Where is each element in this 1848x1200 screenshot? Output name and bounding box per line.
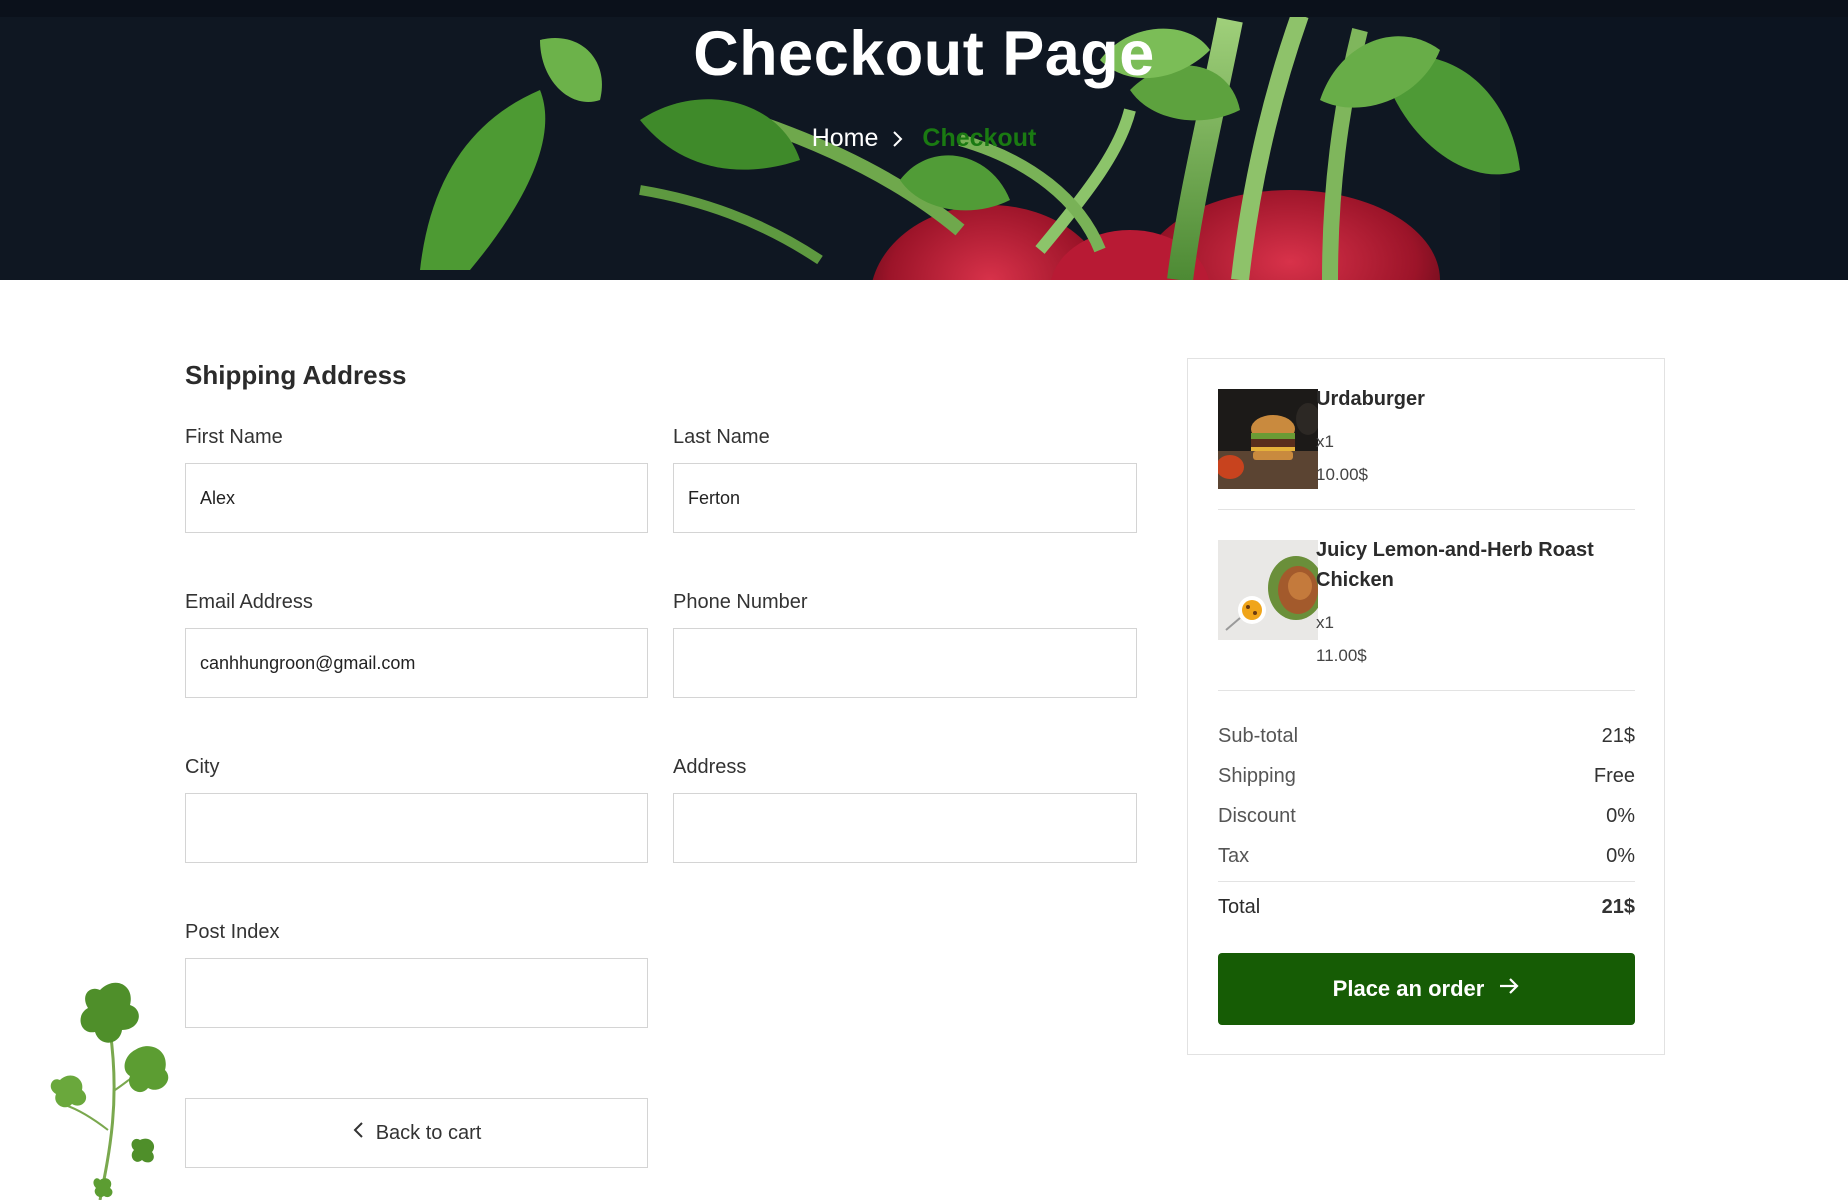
breadcrumb-current: Checkout [922, 124, 1037, 152]
total-value: 21$ [1601, 896, 1635, 918]
breadcrumb-home-link[interactable]: Home [812, 124, 879, 153]
city-label: City [185, 756, 220, 778]
chevron-left-icon [352, 1120, 364, 1146]
tax-value: 0% [1606, 845, 1635, 867]
cart-item-price: 11.00$ [1316, 646, 1367, 665]
item-divider [1218, 690, 1635, 691]
tax-label: Tax [1218, 845, 1250, 867]
item-divider [1218, 509, 1635, 510]
email-input[interactable] [185, 628, 648, 698]
shipping-row: Shipping Free [1218, 765, 1635, 788]
cart-item-qty: x1 [1316, 432, 1334, 451]
total-row: Total 21$ [1218, 896, 1635, 919]
email-label: Email Address [185, 591, 313, 613]
address-label: Address [673, 756, 747, 778]
post-index-label: Post Index [185, 921, 280, 943]
subtotal-row: Sub-total 21$ [1218, 725, 1635, 748]
totals-divider [1218, 881, 1635, 882]
back-to-cart-label: Back to cart [375, 1121, 482, 1144]
order-summary-card: Urdaburger x1 10.00$ Juicy Lemon-and-Her… [1187, 358, 1665, 1055]
shipping-label: Shipping [1218, 765, 1296, 787]
first-name-input[interactable] [185, 463, 648, 533]
discount-value: 0% [1606, 805, 1635, 827]
place-order-label: Place an order [1332, 976, 1485, 1001]
discount-row: Discount 0% [1218, 805, 1635, 828]
tax-row: Tax 0% [1218, 845, 1635, 868]
cart-item-name: Urdaburger [1316, 388, 1425, 410]
cart-item-qty: x1 [1316, 613, 1334, 632]
total-label: Total [1218, 896, 1261, 918]
address-input[interactable] [673, 793, 1137, 863]
subtotal-value: 21$ [1601, 725, 1635, 747]
city-input[interactable] [185, 793, 648, 863]
hero-top-band [0, 0, 1848, 17]
breadcrumb: Home Checkout [0, 124, 1848, 153]
arrow-right-icon [1498, 976, 1520, 1002]
post-index-input[interactable] [185, 958, 648, 1028]
shipping-value: Free [1593, 765, 1635, 787]
roast-chicken-image [1218, 540, 1318, 640]
section-title-shipping: Shipping Address [185, 360, 407, 390]
last-name-input[interactable] [673, 463, 1137, 533]
subtotal-label: Sub-total [1218, 725, 1299, 747]
place-order-button[interactable]: Place an order [1218, 953, 1635, 1025]
phone-input[interactable] [673, 628, 1137, 698]
chevron-right-icon [892, 128, 908, 150]
cart-item-name: Juicy Lemon-and-Herb Roast Chicken [1316, 539, 1594, 591]
first-name-label: First Name [185, 426, 283, 448]
hero-banner: Checkout Page Home Checkout [0, 0, 1848, 280]
last-name-label: Last Name [673, 426, 770, 448]
burger-image [1218, 389, 1318, 489]
parsley-decoration [50, 982, 169, 1200]
cart-item-price: 10.00$ [1316, 465, 1368, 484]
back-to-cart-button[interactable]: Back to cart [185, 1098, 648, 1168]
discount-label: Discount [1218, 805, 1296, 827]
phone-label: Phone Number [673, 591, 808, 613]
page-title: Checkout Page [693, 19, 1155, 89]
